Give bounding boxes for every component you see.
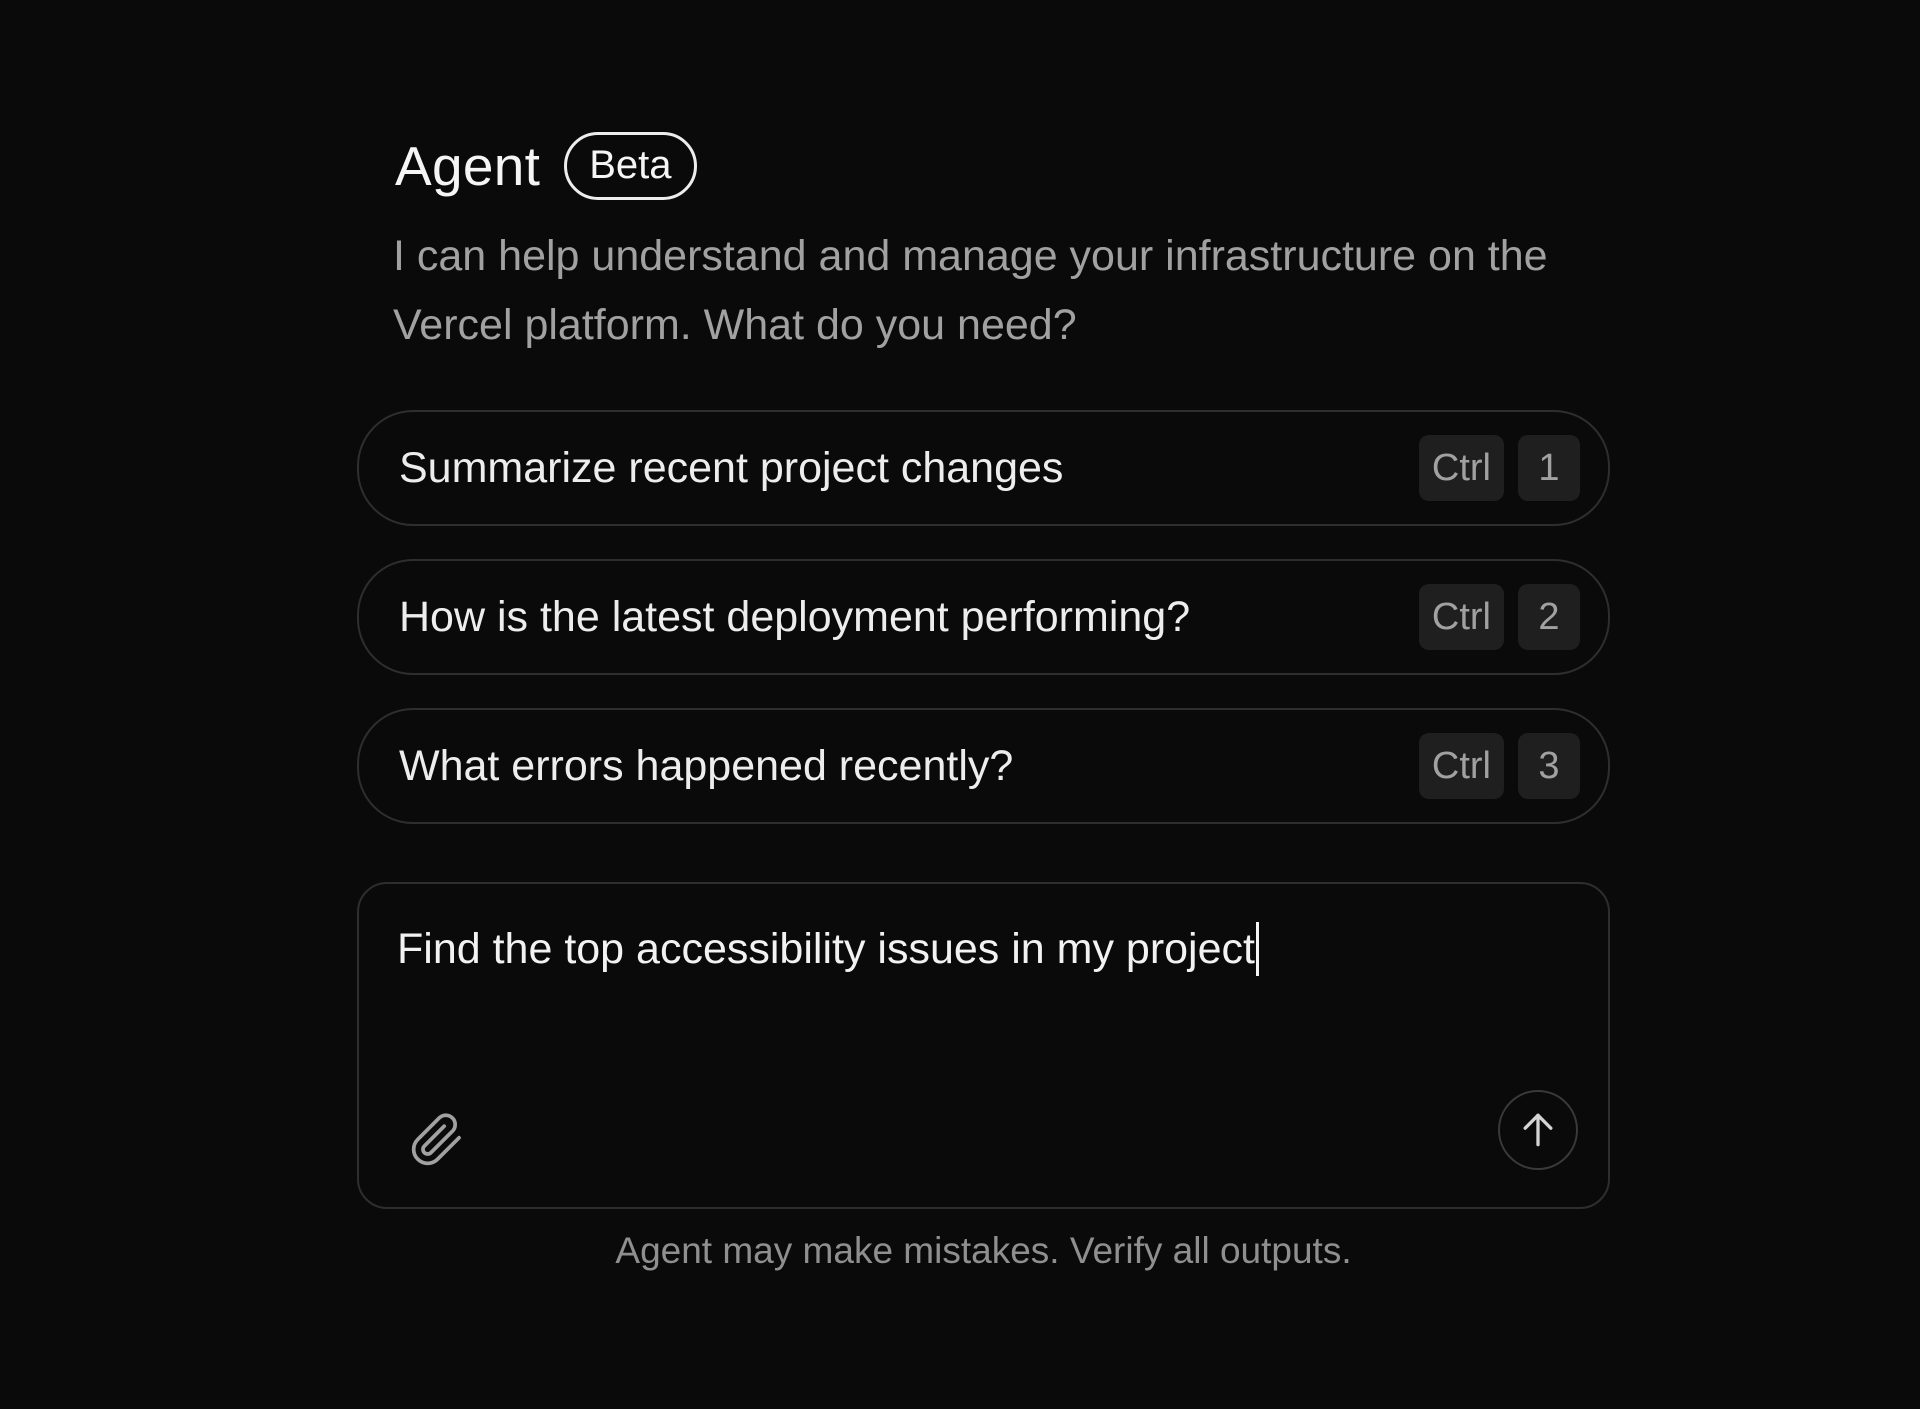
ctrl-key: Ctrl: [1418, 733, 1504, 799]
keyboard-shortcut: Ctrl 3: [1418, 733, 1580, 799]
page-title: Agent: [395, 135, 541, 197]
ctrl-key: Ctrl: [1418, 435, 1504, 501]
suggestion-recent-errors[interactable]: What errors happened recently? Ctrl 3: [357, 708, 1610, 824]
prompt-input[interactable]: Find the top accessibility issues in my …: [397, 922, 1259, 976]
ctrl-key: Ctrl: [1418, 584, 1504, 650]
number-key: 1: [1518, 435, 1580, 501]
keyboard-shortcut: Ctrl 2: [1418, 584, 1580, 650]
number-key: 2: [1518, 584, 1580, 650]
text-caret: [1255, 922, 1259, 976]
arrow-up-icon: [1523, 1113, 1553, 1147]
keyboard-shortcut: Ctrl 1: [1418, 435, 1580, 501]
suggestion-deployment-performance[interactable]: How is the latest deployment performing?…: [357, 559, 1610, 675]
suggestion-label: How is the latest deployment performing?: [399, 592, 1191, 641]
agent-panel: Agent Beta I can help understand and man…: [357, 0, 1614, 1409]
paperclip-icon[interactable]: [409, 1112, 465, 1168]
prompt-composer[interactable]: Find the top accessibility issues in my …: [357, 882, 1610, 1209]
agent-description: I can help understand and manage your in…: [393, 232, 1548, 349]
disclaimer-text: Agent may make mistakes. Verify all outp…: [615, 1230, 1352, 1271]
agent-header: Agent Beta: [395, 132, 697, 200]
send-button[interactable]: [1498, 1090, 1578, 1170]
number-key: 3: [1518, 733, 1580, 799]
suggestion-summarize-changes[interactable]: Summarize recent project changes Ctrl 1: [357, 410, 1610, 526]
beta-badge: Beta: [564, 132, 697, 200]
prompt-input-value: Find the top accessibility issues in my …: [397, 924, 1255, 973]
suggestion-label: What errors happened recently?: [399, 741, 1014, 790]
suggestion-label: Summarize recent project changes: [399, 443, 1064, 492]
